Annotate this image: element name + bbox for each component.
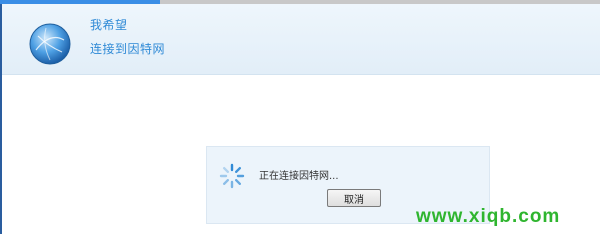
site-watermark: www.xiqb.com — [416, 206, 561, 227]
connecting-status-text: 正在连接因特网... — [259, 171, 339, 182]
wizard-header: 我希望 连接到因特网 — [2, 4, 600, 75]
wizard-subtitle: 连接到因特网 — [90, 42, 166, 56]
cancel-button[interactable]: 取消 — [327, 189, 381, 207]
wizard-title: 我希望 — [90, 18, 128, 32]
globe-icon — [28, 22, 72, 66]
loading-spinner-icon — [219, 163, 245, 189]
